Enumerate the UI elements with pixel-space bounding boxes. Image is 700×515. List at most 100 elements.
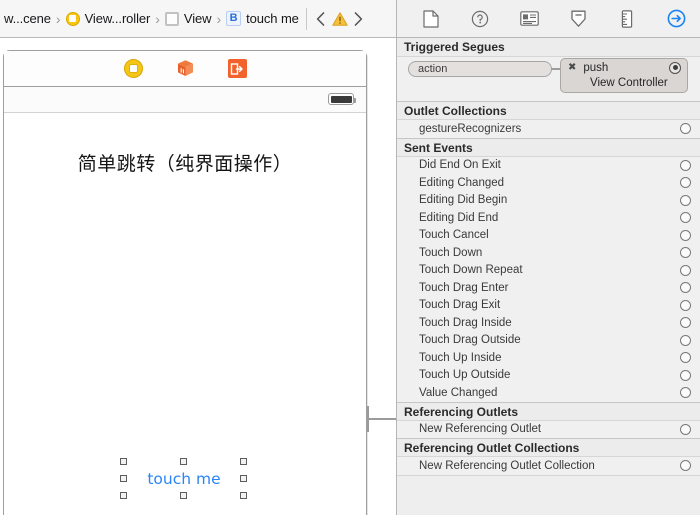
segue-action-pill[interactable]: action	[408, 61, 552, 77]
scene-title-label: 简单跳转（纯界面操作）	[4, 149, 366, 176]
segue-row-kind: ✖ push	[561, 59, 687, 76]
connection-well[interactable]	[680, 212, 691, 223]
breadcrumb-item-button-label: touch me	[246, 11, 299, 26]
size-inspector-tab[interactable]	[616, 8, 638, 30]
selected-button[interactable]: touch me	[123, 461, 245, 497]
resize-handle-w[interactable]	[120, 475, 127, 482]
resize-handle-se[interactable]	[240, 492, 247, 499]
list-item[interactable]: Touch Drag Exit	[397, 297, 700, 315]
warning-triangle-icon[interactable]	[330, 6, 350, 32]
breadcrumb-separator: ›	[53, 11, 64, 27]
breadcrumb-divider	[306, 8, 307, 30]
list-item[interactable]: Editing Changed	[397, 174, 700, 192]
arrow-circle-icon	[667, 9, 686, 28]
resize-handle-s[interactable]	[180, 492, 187, 499]
inspector-toolbar	[397, 0, 700, 38]
connection-well[interactable]	[680, 370, 691, 381]
exit-dock-icon[interactable]	[228, 59, 247, 78]
segue-kind-label: push	[583, 62, 662, 74]
list-item[interactable]: Touch Up Outside	[397, 367, 700, 385]
segue-disconnect-icon[interactable]: ✖	[568, 62, 576, 73]
outlet-collection-label: gestureRecognizers	[419, 123, 680, 135]
connection-well[interactable]	[680, 460, 691, 471]
connection-well[interactable]	[680, 352, 691, 363]
connection-well[interactable]	[680, 123, 691, 134]
list-item[interactable]: Touch Drag Outside	[397, 332, 700, 350]
breadcrumb-item-view-label: View	[184, 11, 212, 26]
list-item[interactable]: Value Changed	[397, 384, 700, 402]
list-item[interactable]: Touch Cancel	[397, 227, 700, 245]
referencing-outlet-collection-label: New Referencing Outlet Collection	[419, 460, 680, 472]
identity-inspector-tab[interactable]	[518, 8, 540, 30]
attributes-inspector-tab[interactable]	[567, 8, 589, 30]
file-inspector-tab[interactable]	[420, 8, 442, 30]
connections-inspector-panel: Triggered Segues action ✖ push View Cont…	[396, 0, 700, 515]
triggered-segues-block: action ✖ push View Controller	[397, 57, 700, 101]
connection-well[interactable]	[680, 160, 691, 171]
breadcrumb-forward-button[interactable]	[350, 6, 368, 32]
segue-connection-radio[interactable]	[669, 62, 681, 74]
list-item[interactable]: gestureRecognizers	[397, 120, 700, 138]
inspector-content: Triggered Segues action ✖ push View Cont…	[397, 38, 700, 514]
event-label: Touch Down	[419, 247, 680, 259]
resize-handle-nw[interactable]	[120, 458, 127, 465]
breadcrumb-item-scene-label: w...cene	[4, 11, 51, 26]
connection-well[interactable]	[680, 265, 691, 276]
sent-events-list: Did End On Exit Editing Changed Editing …	[397, 157, 700, 402]
resize-handle-ne[interactable]	[240, 458, 247, 465]
connection-well[interactable]	[680, 247, 691, 258]
connection-well[interactable]	[680, 387, 691, 398]
segue-action-label: action	[418, 63, 447, 75]
battery-icon	[328, 93, 354, 105]
button-b-icon: B	[226, 11, 241, 26]
section-header-referencing-outlet-collections: Referencing Outlet Collections	[397, 438, 700, 457]
connection-well[interactable]	[680, 230, 691, 241]
connection-line	[368, 418, 398, 420]
list-item[interactable]: Touch Down	[397, 244, 700, 262]
breadcrumb-separator: ›	[213, 11, 224, 27]
connection-well[interactable]	[680, 282, 691, 293]
list-item[interactable]: New Referencing Outlet	[397, 421, 700, 439]
view-square-icon	[165, 12, 179, 26]
breadcrumb-back-button[interactable]	[312, 6, 330, 32]
canvas-column: w...cene › View...roller › View › B touc…	[0, 0, 396, 515]
first-responder-dock-icon[interactable]	[176, 59, 195, 78]
connection-well[interactable]	[680, 177, 691, 188]
scene-body[interactable]: 简单跳转（纯界面操作） touch me	[4, 113, 366, 515]
scene-dock	[4, 51, 366, 87]
inspector-empty-area	[397, 476, 700, 515]
list-item[interactable]: Editing Did End	[397, 209, 700, 227]
connection-well[interactable]	[680, 317, 691, 328]
breadcrumb-item-button[interactable]: B touch me	[224, 0, 301, 38]
list-item[interactable]: Did End On Exit	[397, 157, 700, 175]
resize-handle-sw[interactable]	[120, 492, 127, 499]
chevron-right-icon	[354, 12, 363, 26]
list-item[interactable]: Touch Up Inside	[397, 349, 700, 367]
breadcrumb-item-view[interactable]: View	[163, 0, 214, 38]
list-item[interactable]: New Referencing Outlet Collection	[397, 457, 700, 475]
question-circle-icon	[471, 10, 489, 28]
event-label: Touch Drag Exit	[419, 299, 680, 311]
list-item[interactable]: Touch Drag Enter	[397, 279, 700, 297]
section-header-referencing-outlets: Referencing Outlets	[397, 402, 700, 421]
storyboard-scene[interactable]: 简单跳转（纯界面操作） touch me	[3, 50, 367, 515]
list-item[interactable]: Touch Drag Inside	[397, 314, 700, 332]
connections-inspector-tab[interactable]	[665, 8, 687, 30]
connection-well[interactable]	[680, 424, 691, 435]
breadcrumb-item-scene[interactable]: w...cene	[2, 0, 53, 38]
connection-well[interactable]	[680, 195, 691, 206]
connection-well[interactable]	[680, 300, 691, 311]
device-status-bar	[4, 87, 366, 113]
list-item[interactable]: Editing Did Begin	[397, 192, 700, 210]
breadcrumb-item-view-controller-label: View...roller	[85, 11, 151, 26]
breadcrumb-item-view-controller[interactable]: View...roller	[64, 0, 153, 38]
view-controller-dock-icon[interactable]	[124, 59, 143, 78]
list-item[interactable]: Touch Down Repeat	[397, 262, 700, 280]
resize-handle-n[interactable]	[180, 458, 187, 465]
event-label: Touch Drag Enter	[419, 282, 680, 294]
segue-destination-box[interactable]: ✖ push View Controller	[560, 58, 688, 93]
attributes-shield-icon	[570, 10, 587, 28]
connection-well[interactable]	[680, 335, 691, 346]
quick-help-tab[interactable]	[469, 8, 491, 30]
resize-handle-e[interactable]	[240, 475, 247, 482]
